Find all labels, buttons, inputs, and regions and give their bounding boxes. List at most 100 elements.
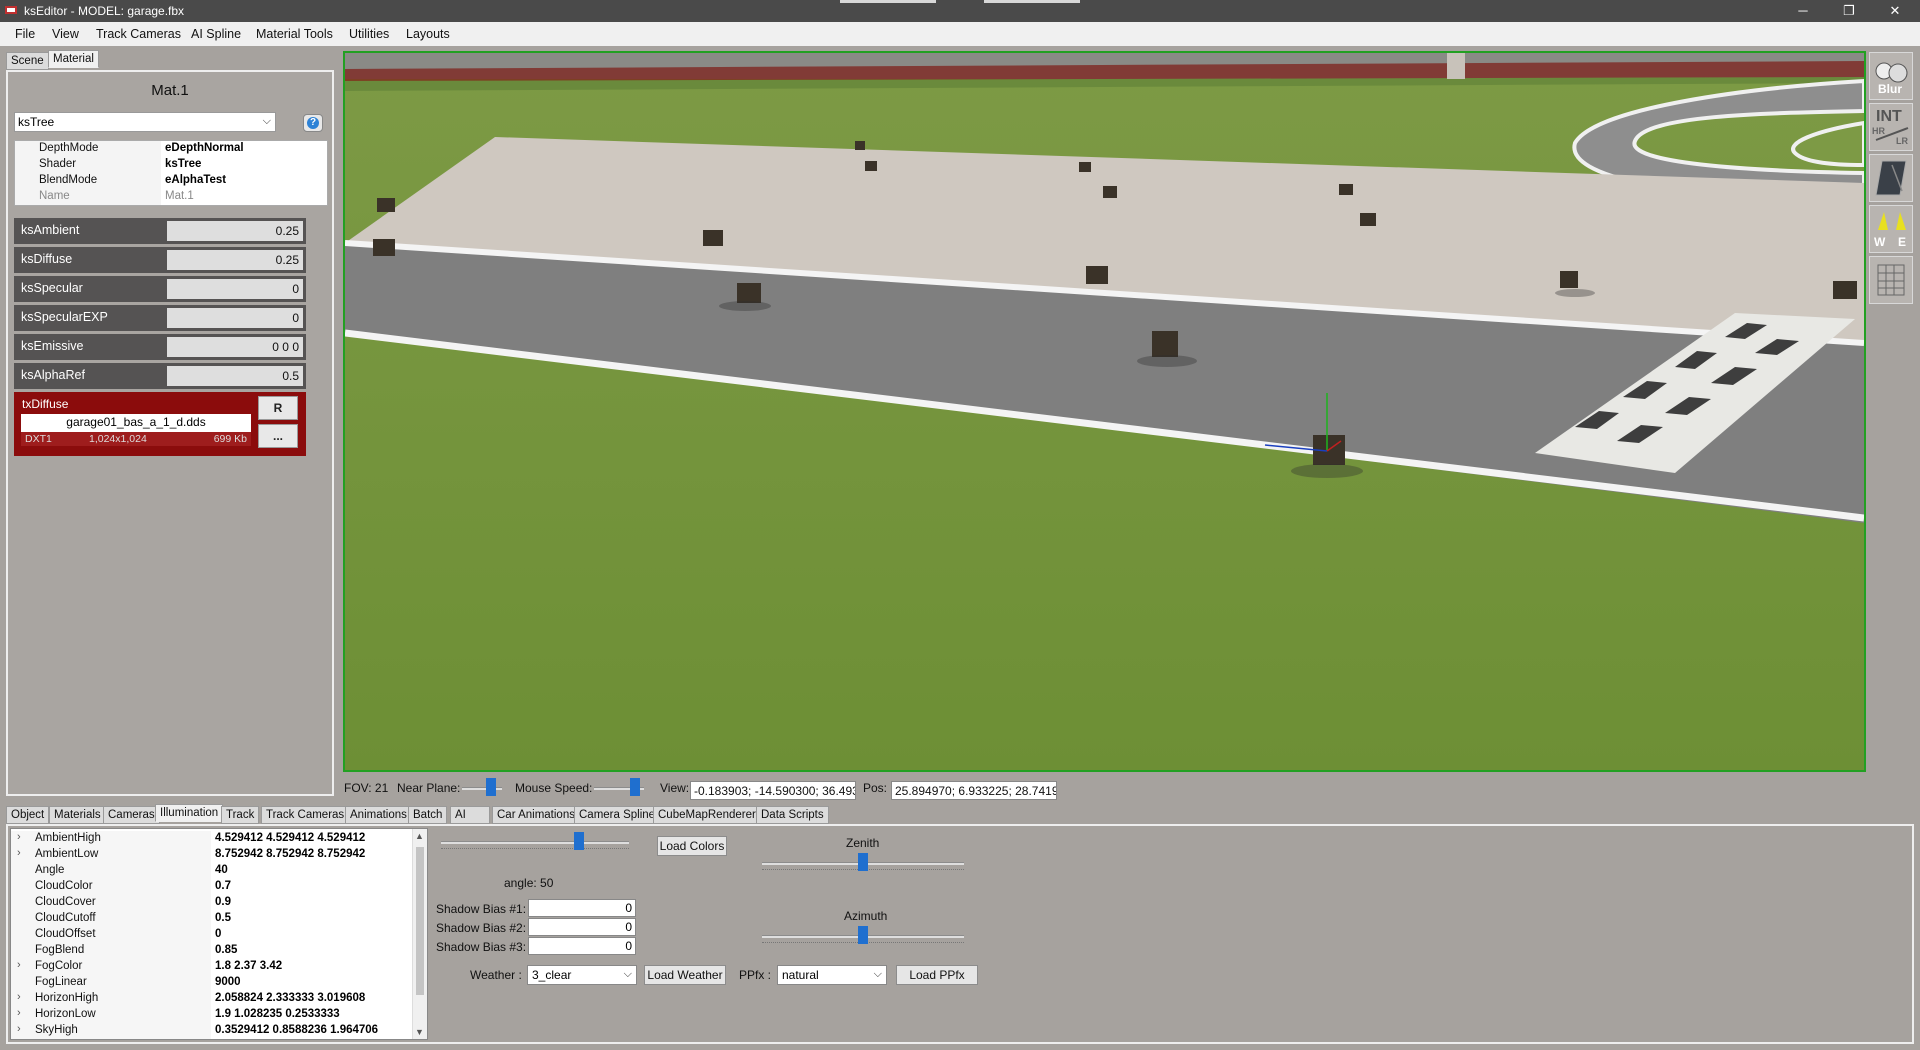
list-item[interactable]: › HorizonHigh 2.058824 2.333333 3.019608 <box>11 991 411 1007</box>
illum-value: 9000 <box>215 976 241 988</box>
illum-value: 0 <box>215 928 222 940</box>
tab-material[interactable]: Material <box>48 50 99 68</box>
var-value-input[interactable]: 0 <box>167 308 303 328</box>
blur-button[interactable]: Blur <box>1869 52 1913 100</box>
chevron-right-icon[interactable]: › <box>17 1007 21 1019</box>
help-button[interactable]: ? <box>303 114 323 132</box>
title-bar: ksEditor - MODEL: garage.fbx ─ ❐ ✕ <box>0 0 1920 22</box>
property-row[interactable]: DepthMode eDepthNormal <box>15 141 327 157</box>
list-item[interactable]: › FogColor 1.8 2.37 3.42 <box>11 959 411 975</box>
scroll-thumb[interactable] <box>416 847 424 995</box>
scroll-down-icon[interactable]: ▼ <box>415 1027 424 1037</box>
pos-input[interactable]: 25.894970; 6.933225; 28.741900 <box>891 781 1057 800</box>
view-input[interactable]: -0.183903; -14.590300; 36.49390 <box>690 781 856 800</box>
property-row[interactable]: Shader ksTree <box>15 157 327 173</box>
list-item[interactable]: CloudCover 0.9 <box>11 895 411 911</box>
texture-size: 1,024x1,024 <box>89 433 147 445</box>
list-item[interactable]: › HorizonLow 1.9 1.028235 0.2533333 <box>11 1007 411 1023</box>
tab-cameras[interactable]: Cameras <box>103 806 160 824</box>
azimuth-slider[interactable] <box>762 926 964 946</box>
var-value-input[interactable]: 0.25 <box>167 250 303 270</box>
list-item[interactable]: CloudOffset 0 <box>11 927 411 943</box>
weather-select[interactable]: 3_clear ⌵ <box>527 965 637 985</box>
tab-track-cameras[interactable]: Track Cameras <box>261 806 350 824</box>
tab-animations[interactable]: Animations <box>345 806 412 824</box>
tab-car-animations[interactable]: Car Animations <box>492 806 580 824</box>
near-plane-slider[interactable] <box>462 778 502 798</box>
3d-viewport[interactable] <box>343 51 1866 772</box>
chevron-down-icon: ⌵ <box>873 968 882 980</box>
angle-slider[interactable] <box>441 832 629 852</box>
panel-toggle-button[interactable] <box>1869 154 1913 202</box>
tab-materials[interactable]: Materials <box>49 806 106 824</box>
title-tab-marker <box>840 0 936 3</box>
menu-track-cameras[interactable]: Track Cameras <box>96 27 181 41</box>
tab-object[interactable]: Object <box>6 806 50 824</box>
list-item[interactable]: › AmbientHigh 4.529412 4.529412 4.529412 <box>11 831 411 847</box>
weather-value: 3_clear <box>532 968 572 982</box>
var-value-input[interactable]: 0 0 0 <box>167 337 303 357</box>
grid-button[interactable] <box>1869 256 1913 304</box>
chevron-right-icon[interactable]: › <box>17 959 21 971</box>
material-title: Mat.1 <box>151 82 189 99</box>
var-value-input[interactable]: 0 <box>167 279 303 299</box>
close-icon[interactable]: ✕ <box>1872 0 1918 22</box>
menu-material-tools[interactable]: Material Tools <box>256 27 333 41</box>
texture-browse-button[interactable]: ... <box>258 424 298 448</box>
chevron-right-icon[interactable]: › <box>17 1023 21 1035</box>
lr-label: LR <box>1896 136 1908 146</box>
list-item[interactable]: CloudCutoff 0.5 <box>11 911 411 927</box>
shadow-bias-1-input[interactable]: 0 <box>528 899 636 917</box>
list-item[interactable]: FogBlend 0.85 <box>11 943 411 959</box>
illumination-scrollbar[interactable]: ▲ ▼ <box>412 829 427 1039</box>
menu-ai-spline[interactable]: AI Spline <box>191 27 241 41</box>
shadow-bias-2-input[interactable]: 0 <box>528 918 636 936</box>
tab-scene[interactable]: Scene <box>6 52 49 70</box>
chevron-right-icon[interactable]: › <box>17 847 21 859</box>
menu-layouts[interactable]: Layouts <box>406 27 450 41</box>
ppfx-select[interactable]: natural ⌵ <box>777 965 887 985</box>
tab-illumination[interactable]: Illumination <box>155 804 224 822</box>
tab-track[interactable]: Track <box>221 806 260 824</box>
view-label: View: <box>660 781 690 795</box>
menu-file[interactable]: File <box>15 27 35 41</box>
tab-cubemaprenderer[interactable]: CubeMapRenderer <box>653 806 761 824</box>
property-row[interactable]: Name Mat.1 <box>15 189 327 205</box>
load-ppfx-button[interactable]: Load PPfx <box>896 965 978 985</box>
list-item[interactable]: Angle 40 <box>11 863 411 879</box>
tab-batch[interactable]: Batch <box>408 806 448 824</box>
list-item[interactable]: › SkyHigh 0.3529412 0.8588236 1.964706 <box>11 1023 411 1039</box>
texture-reset-button[interactable]: R <box>258 396 298 420</box>
shader-select[interactable]: ksTree ⌵ <box>14 112 276 132</box>
chevron-right-icon[interactable]: › <box>17 831 21 843</box>
int-hr-lr-button[interactable]: INT HR LR <box>1869 103 1913 151</box>
app-icon <box>4 3 18 17</box>
scroll-up-icon[interactable]: ▲ <box>415 831 424 841</box>
load-weather-button[interactable]: Load Weather <box>644 965 726 985</box>
var-value-input[interactable]: 0.25 <box>167 221 303 241</box>
var-value-input[interactable]: 0.5 <box>167 366 303 386</box>
list-item[interactable]: › AmbientLow 8.752942 8.752942 8.752942 <box>11 847 411 863</box>
menu-utilities[interactable]: Utilities <box>349 27 389 41</box>
property-value: eDepthNormal <box>165 142 244 154</box>
restore-icon[interactable]: ❐ <box>1826 0 1872 22</box>
mouse-speed-slider[interactable] <box>594 778 644 798</box>
tab-ai[interactable]: AI <box>450 806 490 824</box>
tab-camera-spline[interactable]: Camera Spline <box>574 806 661 824</box>
list-item[interactable]: CloudColor 0.7 <box>11 879 411 895</box>
angle-readout: angle: 50 <box>504 876 554 890</box>
load-colors-button[interactable]: Load Colors <box>657 836 727 856</box>
list-item[interactable]: FogLinear 9000 <box>11 975 411 991</box>
zenith-slider[interactable] <box>762 853 964 873</box>
shadow-bias-3-input[interactable]: 0 <box>528 937 636 955</box>
texture-filename[interactable]: garage01_bas_a_1_d.dds <box>21 414 251 432</box>
minimize-icon[interactable]: ─ <box>1780 0 1826 22</box>
property-row[interactable]: BlendMode eAlphaTest <box>15 173 327 189</box>
wheels-we-button[interactable]: WE <box>1869 205 1913 253</box>
illum-key: AmbientLow <box>35 848 99 860</box>
tab-data-scripts[interactable]: Data Scripts <box>756 806 829 824</box>
menu-view[interactable]: View <box>52 27 79 41</box>
scene-render <box>345 53 1864 770</box>
chevron-right-icon[interactable]: › <box>17 991 21 1003</box>
blur-label: Blur <box>1878 82 1902 96</box>
